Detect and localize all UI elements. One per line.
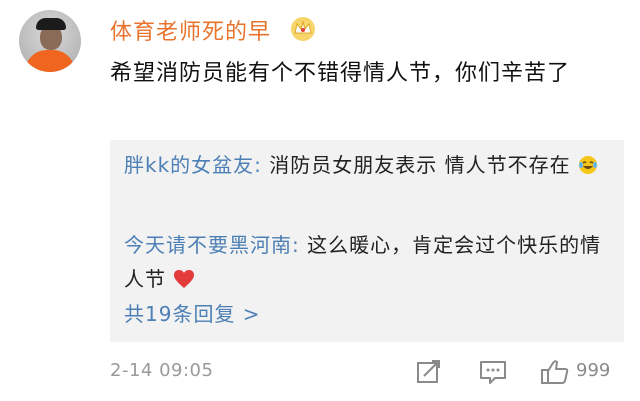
reply-box: 胖kk的女盆友: 消防员女朋友表示 情人节不存在 今天请不要黑河南: 这么暖心，… [110,140,624,342]
reply-item: 胖kk的女盆友: 消防员女朋友表示 情人节不存在 [124,148,614,182]
avatar-cap [36,18,66,30]
like-count: 999 [576,360,611,381]
thumbs-up-icon[interactable] [540,358,570,386]
comment-username[interactable]: 体育老师死的早 [110,14,271,46]
comment-icon[interactable] [478,358,508,386]
avatar[interactable] [19,10,81,72]
reply-author[interactable]: 胖kk的女盆友: [124,153,262,177]
comment-time: 2-14 09:05 [110,360,214,381]
reply-author[interactable]: 今天请不要黑河南: [124,233,300,257]
crown-icon [291,17,315,41]
laughing-tears-emoji-icon [578,156,597,174]
comment-text: 希望消防员能有个不错得情人节，你们辛苦了 [110,61,571,86]
more-replies-link[interactable]: 共19条回复 > [124,298,261,327]
reply-text: 消防员女朋友表示 情人节不存在 [261,153,571,177]
reply-item: 今天请不要黑河南: 这么暖心，肯定会过个快乐的情人节 [124,228,614,296]
avatar-shirt [25,50,75,72]
forward-icon[interactable] [414,358,444,386]
red-heart-icon [174,270,195,288]
